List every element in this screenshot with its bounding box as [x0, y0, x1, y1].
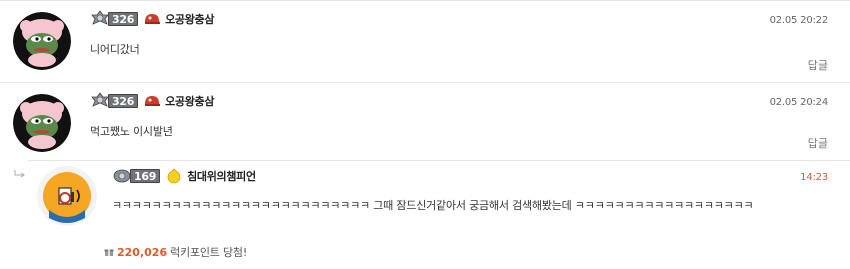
comment-text: 니어디갔너: [90, 43, 140, 56]
rank-emblem-icon: [90, 10, 110, 28]
comment-text: ㅋㅋㅋㅋㅋㅋㅋㅋㅋㅋㅋㅋㅋㅋㅋㅋㅋㅋㅋㅋㅋㅋㅋㅋㅋㅋ 그때 잠드신거같아서 궁금…: [112, 199, 754, 212]
comment-item: 326 오공왕충삼 02.05 20:22 니어디갔너 답글: [0, 0, 850, 82]
level-badge: 326: [108, 12, 139, 26]
comment-meta: 169 침대위의챔피언: [112, 166, 256, 186]
level-badge: 169: [130, 169, 161, 183]
timestamp: 02.05 20:24: [769, 97, 829, 108]
rank-emblem-icon: [112, 167, 132, 185]
cap-badge-icon: [165, 168, 183, 184]
rank-emblem-icon: [90, 92, 110, 110]
avatar[interactable]: [13, 94, 71, 152]
cap-badge-icon: [143, 11, 161, 27]
timestamp: 14:23: [800, 172, 828, 183]
lucky-points-value: 220,026: [117, 245, 168, 259]
nickname[interactable]: 침대위의챔피언: [187, 168, 256, 184]
comment-text: 먹고쨌노 이시발년: [90, 125, 173, 138]
avatar[interactable]: [37, 166, 97, 226]
level-badge: 326: [108, 94, 139, 108]
reply-button[interactable]: 답글: [808, 135, 828, 151]
reply-item: 169 침대위의챔피언 14:23 ㅋㅋㅋㅋㅋㅋㅋㅋㅋㅋㅋㅋㅋㅋㅋㅋㅋㅋㅋㅋㅋㅋ…: [0, 160, 850, 269]
comment-meta: 326 오공왕충삼: [90, 91, 214, 111]
timestamp: 02.05 20:22: [769, 15, 829, 26]
avatar[interactable]: [13, 12, 71, 70]
lucky-points-label: 럭키포인트 당첨!: [170, 246, 248, 259]
nickname[interactable]: 오공왕충삼: [165, 11, 214, 27]
comment-meta: 326 오공왕충삼: [90, 9, 214, 29]
reply-button[interactable]: 답글: [808, 57, 828, 73]
gift-icon: [104, 247, 114, 257]
reply-arrow-icon: [13, 169, 27, 182]
comment-item: 326 오공왕충삼 02.05 20:24 먹고쨌노 이시발년 답글: [0, 82, 850, 160]
nickname[interactable]: 오공왕충삼: [165, 93, 214, 109]
lucky-point-notice: 220,026 럭키포인트 당첨!: [104, 244, 247, 260]
cap-badge-icon: [143, 93, 161, 109]
